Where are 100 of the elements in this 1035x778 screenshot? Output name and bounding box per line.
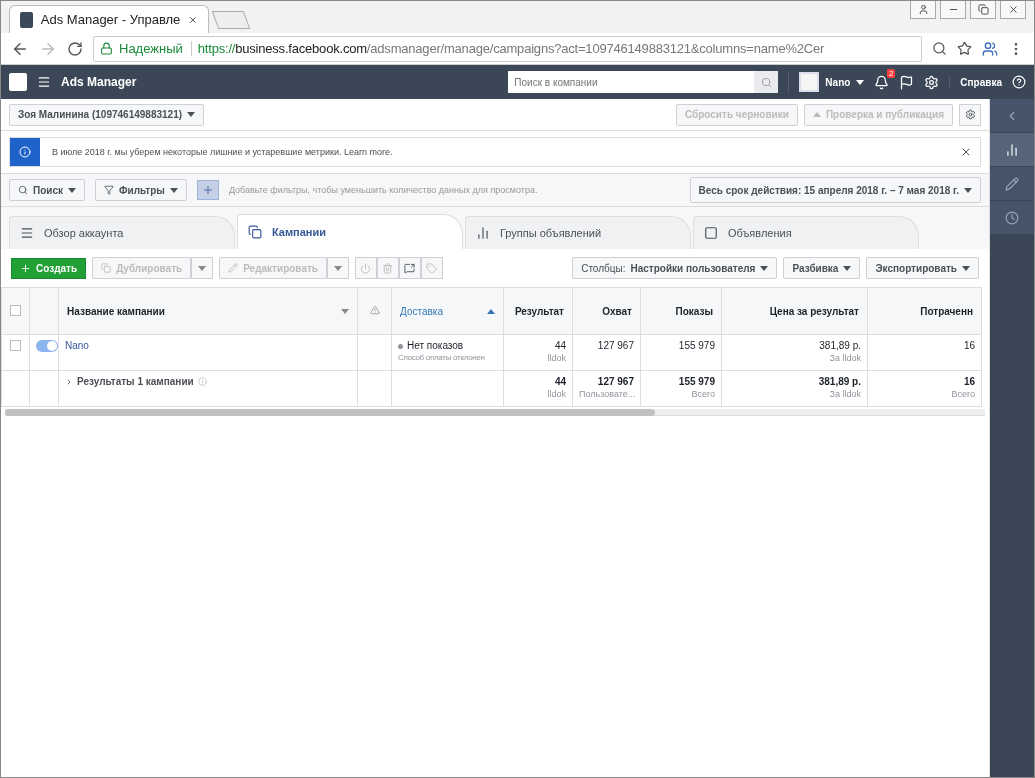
close-icon[interactable] bbox=[960, 146, 972, 158]
export-button[interactable]: Экспортировать bbox=[866, 257, 979, 279]
cell-note: lldok bbox=[546, 353, 566, 363]
plus-icon bbox=[201, 184, 214, 196]
pencil-icon bbox=[228, 263, 239, 273]
filters-button[interactable]: Фильтры bbox=[95, 179, 187, 201]
restore-icon[interactable] bbox=[970, 1, 996, 19]
column-header[interactable]: Потраченн bbox=[867, 287, 982, 335]
search-field[interactable]: Поиск в компании bbox=[508, 71, 779, 93]
minimize-icon[interactable] bbox=[940, 1, 966, 19]
people-icon[interactable] bbox=[982, 40, 998, 57]
filter-hint: Добавьте фильтры, чтобы уменьшить количество данных для просмотра. bbox=[228, 185, 539, 195]
cell-note: Всего bbox=[950, 389, 975, 399]
notice-text: В июле 2018 г. мы уберем некоторые лишние и устаревшие метрики. Learn more. bbox=[52, 147, 394, 157]
share-icon[interactable] bbox=[399, 257, 421, 279]
chart-icon[interactable] bbox=[990, 133, 1034, 167]
caret-icon bbox=[760, 265, 769, 271]
funnel-icon bbox=[104, 185, 114, 195]
column-header[interactable]: Доставка bbox=[391, 287, 504, 335]
search-icon[interactable] bbox=[932, 41, 947, 56]
scrollbar-thumb[interactable] bbox=[5, 409, 655, 416]
campaign-link[interactable]: Nano bbox=[65, 340, 89, 351]
cell-note: Пользовате... bbox=[579, 389, 634, 399]
delivery-status: Нет показов bbox=[398, 340, 497, 351]
toggle-switch[interactable] bbox=[36, 340, 58, 352]
table-cell-text: 127 967 bbox=[596, 340, 634, 351]
list-icon bbox=[20, 226, 34, 240]
cell-note: Всего bbox=[690, 389, 715, 399]
table-cell-text: 381,89 р. bbox=[818, 340, 861, 351]
tab[interactable]: Группы объявлений bbox=[465, 216, 691, 249]
pencil-icon[interactable] bbox=[990, 167, 1034, 201]
summary-cell-text: 155 979 bbox=[677, 376, 715, 387]
caret-icon bbox=[68, 187, 76, 193]
delivery-note: Способ оплаты отклонен bbox=[398, 353, 486, 362]
summary-cell-text: 44 bbox=[553, 376, 566, 387]
column-header[interactable]: Охват bbox=[572, 287, 641, 335]
reload-icon[interactable] bbox=[67, 40, 83, 57]
caret-icon bbox=[334, 265, 342, 271]
caret-icon bbox=[962, 265, 970, 271]
account-dropdown[interactable]: Зоя Малинина (109746149883121) bbox=[9, 103, 205, 126]
search-button[interactable]: Поиск bbox=[9, 179, 85, 201]
caret-icon bbox=[856, 79, 865, 85]
warning-icon bbox=[369, 305, 380, 315]
settings-icon[interactable] bbox=[959, 103, 981, 126]
search-icon bbox=[18, 185, 28, 195]
chevron-icon[interactable] bbox=[65, 377, 73, 386]
sort-icon bbox=[487, 308, 495, 314]
bell-icon[interactable] bbox=[874, 74, 890, 90]
date-range-button[interactable]: Весь срок действия: 15 апреля 2018 г. – 7 мая 2018 г. bbox=[689, 177, 981, 203]
lock-icon bbox=[100, 42, 113, 55]
app-title: Ads Manager bbox=[61, 75, 137, 89]
screen-icon bbox=[704, 226, 718, 240]
checkbox[interactable] bbox=[10, 340, 21, 351]
column-header[interactable]: Показы bbox=[640, 287, 722, 335]
caret-icon bbox=[843, 265, 852, 271]
table-cell-text: 155 979 bbox=[677, 340, 715, 351]
breakdown-button[interactable]: Разбивка bbox=[783, 257, 861, 279]
caret-icon bbox=[169, 187, 178, 193]
summary-cell-text: 127 967 bbox=[596, 376, 634, 387]
copy-icon bbox=[101, 263, 112, 273]
info-icon bbox=[19, 146, 31, 158]
columns-button[interactable]: Столбцы: Настройки пользователя bbox=[572, 257, 778, 279]
flag-icon[interactable] bbox=[899, 74, 915, 90]
tab[interactable]: Обзор аккаунта bbox=[9, 216, 235, 249]
table-cell-text: 16 bbox=[962, 340, 975, 351]
caret-icon bbox=[964, 187, 972, 193]
up-arrow-icon bbox=[812, 112, 821, 117]
new-tab-button[interactable] bbox=[211, 11, 251, 29]
column-header[interactable]: Цена за результат bbox=[721, 287, 868, 335]
column-header[interactable]: Название кампании bbox=[58, 287, 358, 335]
help-icon[interactable] bbox=[1012, 75, 1026, 89]
cell-note: За lldok bbox=[828, 353, 861, 363]
cell-note: lldok bbox=[546, 389, 566, 399]
caret-icon bbox=[198, 265, 207, 271]
address-field[interactable]: Надежный https://business.facebook.com/adsmanager/manage/campaigns?act=109746149883121&columns=name%2Cer bbox=[93, 35, 922, 62]
summary-cell-text: 381,89 р. bbox=[817, 376, 861, 387]
learn-more-link[interactable]: Learn more. bbox=[343, 147, 393, 157]
search-icon[interactable] bbox=[754, 71, 779, 93]
add-filter-button[interactable] bbox=[196, 180, 219, 200]
table-cell-text: 44 bbox=[553, 340, 566, 351]
info-icon bbox=[197, 377, 207, 386]
account-menu[interactable]: Nano bbox=[788, 72, 865, 92]
cell-note: За lldok bbox=[828, 389, 861, 399]
notification-badge: 2 bbox=[886, 68, 896, 78]
menu-icon[interactable] bbox=[37, 75, 51, 89]
sort-icon bbox=[341, 308, 349, 314]
browser-tab[interactable]: Ads Manager - Управле bbox=[9, 5, 209, 33]
clock-icon[interactable] bbox=[990, 201, 1034, 235]
plus-icon bbox=[20, 262, 31, 274]
help-link[interactable]: Справка bbox=[949, 76, 1002, 88]
user-icon[interactable] bbox=[910, 1, 936, 19]
caret-icon bbox=[187, 112, 196, 117]
checkbox[interactable] bbox=[10, 304, 21, 316]
summary-label[interactable]: Результаты 1 кампании bbox=[77, 376, 194, 387]
tab[interactable]: Объявления bbox=[693, 216, 919, 249]
column-header[interactable]: Результат bbox=[503, 287, 573, 335]
star-icon[interactable] bbox=[957, 41, 972, 56]
summary-cell-text: 16 bbox=[962, 376, 975, 387]
favicon-icon bbox=[20, 11, 33, 28]
tab[interactable]: Кампании bbox=[237, 214, 463, 249]
